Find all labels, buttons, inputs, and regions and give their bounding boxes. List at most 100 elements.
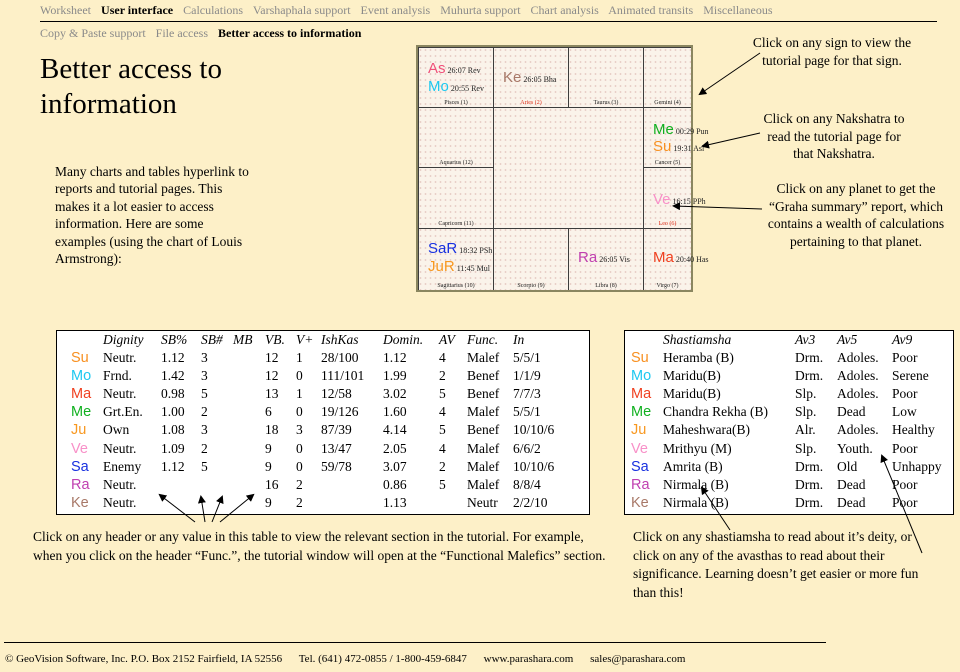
house-libra[interactable]: Ra 26:05 Vis Libra (8) [568, 228, 644, 290]
value-cell[interactable]: Alr. [795, 421, 837, 439]
value-cell[interactable]: 5 [201, 458, 233, 476]
value-cell[interactable]: 1.08 [161, 421, 201, 439]
value-cell[interactable]: 2 [201, 440, 233, 458]
planet-cell[interactable]: Mo [625, 367, 663, 385]
value-cell[interactable]: 2 [439, 367, 467, 385]
value-cell[interactable]: Neutr. [103, 440, 161, 458]
nakshatra-link[interactable]: 11:45 Mul [457, 264, 490, 273]
nav-animated-transits[interactable]: Animated transits [608, 3, 693, 17]
planet-cell[interactable]: Ma [625, 385, 663, 403]
value-cell[interactable]: 0.86 [383, 476, 439, 494]
value-cell[interactable]: 1 [296, 385, 321, 403]
value-cell[interactable]: 0 [296, 440, 321, 458]
nav-calculations[interactable]: Calculations [183, 3, 243, 17]
header-v-plus[interactable]: V+ [296, 331, 321, 349]
value-cell[interactable]: 18 [265, 421, 296, 439]
value-cell[interactable]: 0 [296, 367, 321, 385]
value-cell[interactable]: Benef [467, 367, 513, 385]
nakshatra-link[interactable]: 18:32 PSh [459, 246, 492, 255]
value-cell[interactable]: Neutr [467, 494, 513, 512]
value-cell[interactable]: 5 [439, 385, 467, 403]
value-cell[interactable]: 3.07 [383, 458, 439, 476]
value-cell[interactable]: Malef [467, 403, 513, 421]
value-cell[interactable] [233, 458, 265, 476]
value-cell[interactable]: 0 [296, 458, 321, 476]
value-cell[interactable]: 4 [439, 349, 467, 367]
value-cell[interactable]: Frnd. [103, 367, 161, 385]
value-cell[interactable] [233, 349, 265, 367]
value-cell[interactable]: Drm. [795, 349, 837, 367]
value-cell[interactable]: 2 [296, 494, 321, 512]
value-cell[interactable]: 8/8/4 [513, 476, 554, 494]
footer-website[interactable]: www.parashara.com [484, 653, 574, 665]
value-cell[interactable]: 5/5/1 [513, 349, 554, 367]
value-cell[interactable]: 19/126 [321, 403, 383, 421]
nakshatra-link[interactable]: 00:29 Pun [676, 127, 709, 136]
value-cell[interactable]: 5 [439, 476, 467, 494]
value-cell[interactable]: Poor [892, 349, 942, 367]
sign-label-capricorn[interactable]: Capricorn (11) [419, 221, 493, 227]
header-in[interactable]: In [513, 331, 554, 349]
house-pisces[interactable]: As 26:07 Rev Mo 20:55 Rev Pisces (1) [418, 47, 494, 108]
value-cell[interactable]: 13/47 [321, 440, 383, 458]
header-sb-percent[interactable]: SB% [161, 331, 201, 349]
value-cell[interactable]: Malef [467, 476, 513, 494]
value-cell[interactable]: 5 [201, 385, 233, 403]
nakshatra-link[interactable]: 16:15 PPh [673, 197, 706, 206]
header-domin[interactable]: Domin. [383, 331, 439, 349]
value-cell[interactable] [233, 421, 265, 439]
house-aquarius[interactable]: Aquarius (12) [418, 107, 494, 168]
value-cell[interactable]: 2 [296, 476, 321, 494]
nakshatra-link[interactable]: 26:05 Bha [523, 75, 556, 84]
planet-mo[interactable]: Mo 20:55 Rev [428, 79, 484, 97]
value-cell[interactable]: 7/7/3 [513, 385, 554, 403]
planet-cell[interactable]: Su [57, 349, 103, 367]
value-cell[interactable]: Malef [467, 349, 513, 367]
value-cell[interactable] [233, 440, 265, 458]
value-cell[interactable]: Maridu(B) [663, 367, 795, 385]
house-leo[interactable]: Ve 16:15 PPh Leo (6) [643, 167, 706, 229]
value-cell[interactable]: 3 [201, 367, 233, 385]
header-func[interactable]: Func. [467, 331, 513, 349]
header-mb[interactable]: MB [233, 331, 265, 349]
house-virgo[interactable]: Ma 20:40 Has Virgo (7) [643, 228, 709, 290]
value-cell[interactable]: Unhappy [892, 458, 942, 476]
value-cell[interactable]: 1.99 [383, 367, 439, 385]
value-cell[interactable]: Neutr. [103, 476, 161, 494]
value-cell[interactable]: Maheshwara(B) [663, 421, 795, 439]
value-cell[interactable]: 0.98 [161, 385, 201, 403]
header-sb-number[interactable]: SB# [201, 331, 233, 349]
value-cell[interactable]: Adoles. [837, 367, 892, 385]
header-av5[interactable]: Av5 [837, 331, 892, 349]
value-cell[interactable] [201, 494, 233, 512]
value-cell[interactable] [321, 494, 383, 512]
value-cell[interactable] [161, 494, 201, 512]
sign-label-gemini[interactable]: Gemini (4) [644, 100, 691, 106]
value-cell[interactable]: Neutr. [103, 494, 161, 512]
value-cell[interactable]: Serene [892, 367, 942, 385]
value-cell[interactable]: 1.09 [161, 440, 201, 458]
value-cell[interactable]: Drm. [795, 494, 837, 512]
value-cell[interactable]: Adoles. [837, 421, 892, 439]
value-cell[interactable]: 10/10/6 [513, 421, 554, 439]
value-cell[interactable]: 5/5/1 [513, 403, 554, 421]
value-cell[interactable]: 1.60 [383, 403, 439, 421]
house-capricorn[interactable]: Capricorn (11) [418, 167, 494, 229]
value-cell[interactable]: 3.02 [383, 385, 439, 403]
value-cell[interactable]: 5 [439, 421, 467, 439]
nav-copy-paste-support[interactable]: Copy & Paste support [40, 26, 146, 40]
sign-label-aries[interactable]: Aries (2) [494, 100, 568, 106]
nav-better-access[interactable]: Better access to information [218, 26, 361, 40]
planet-ve[interactable]: Ve 16:15 PPh [653, 192, 706, 210]
value-cell[interactable]: Own [103, 421, 161, 439]
planet-cell[interactable]: Ra [57, 476, 103, 494]
value-cell[interactable]: 1/1/9 [513, 367, 554, 385]
value-cell[interactable] [201, 476, 233, 494]
house-sagittarius[interactable]: SaR 18:32 PSh JuR 11:45 Mul Sagittarius (1… [418, 228, 494, 290]
planet-cell[interactable]: Ju [625, 421, 663, 439]
value-cell[interactable]: Dead [837, 476, 892, 494]
header-vb[interactable]: VB. [265, 331, 296, 349]
value-cell[interactable]: Drm. [795, 458, 837, 476]
value-cell[interactable]: Benef [467, 385, 513, 403]
value-cell[interactable] [233, 494, 265, 512]
